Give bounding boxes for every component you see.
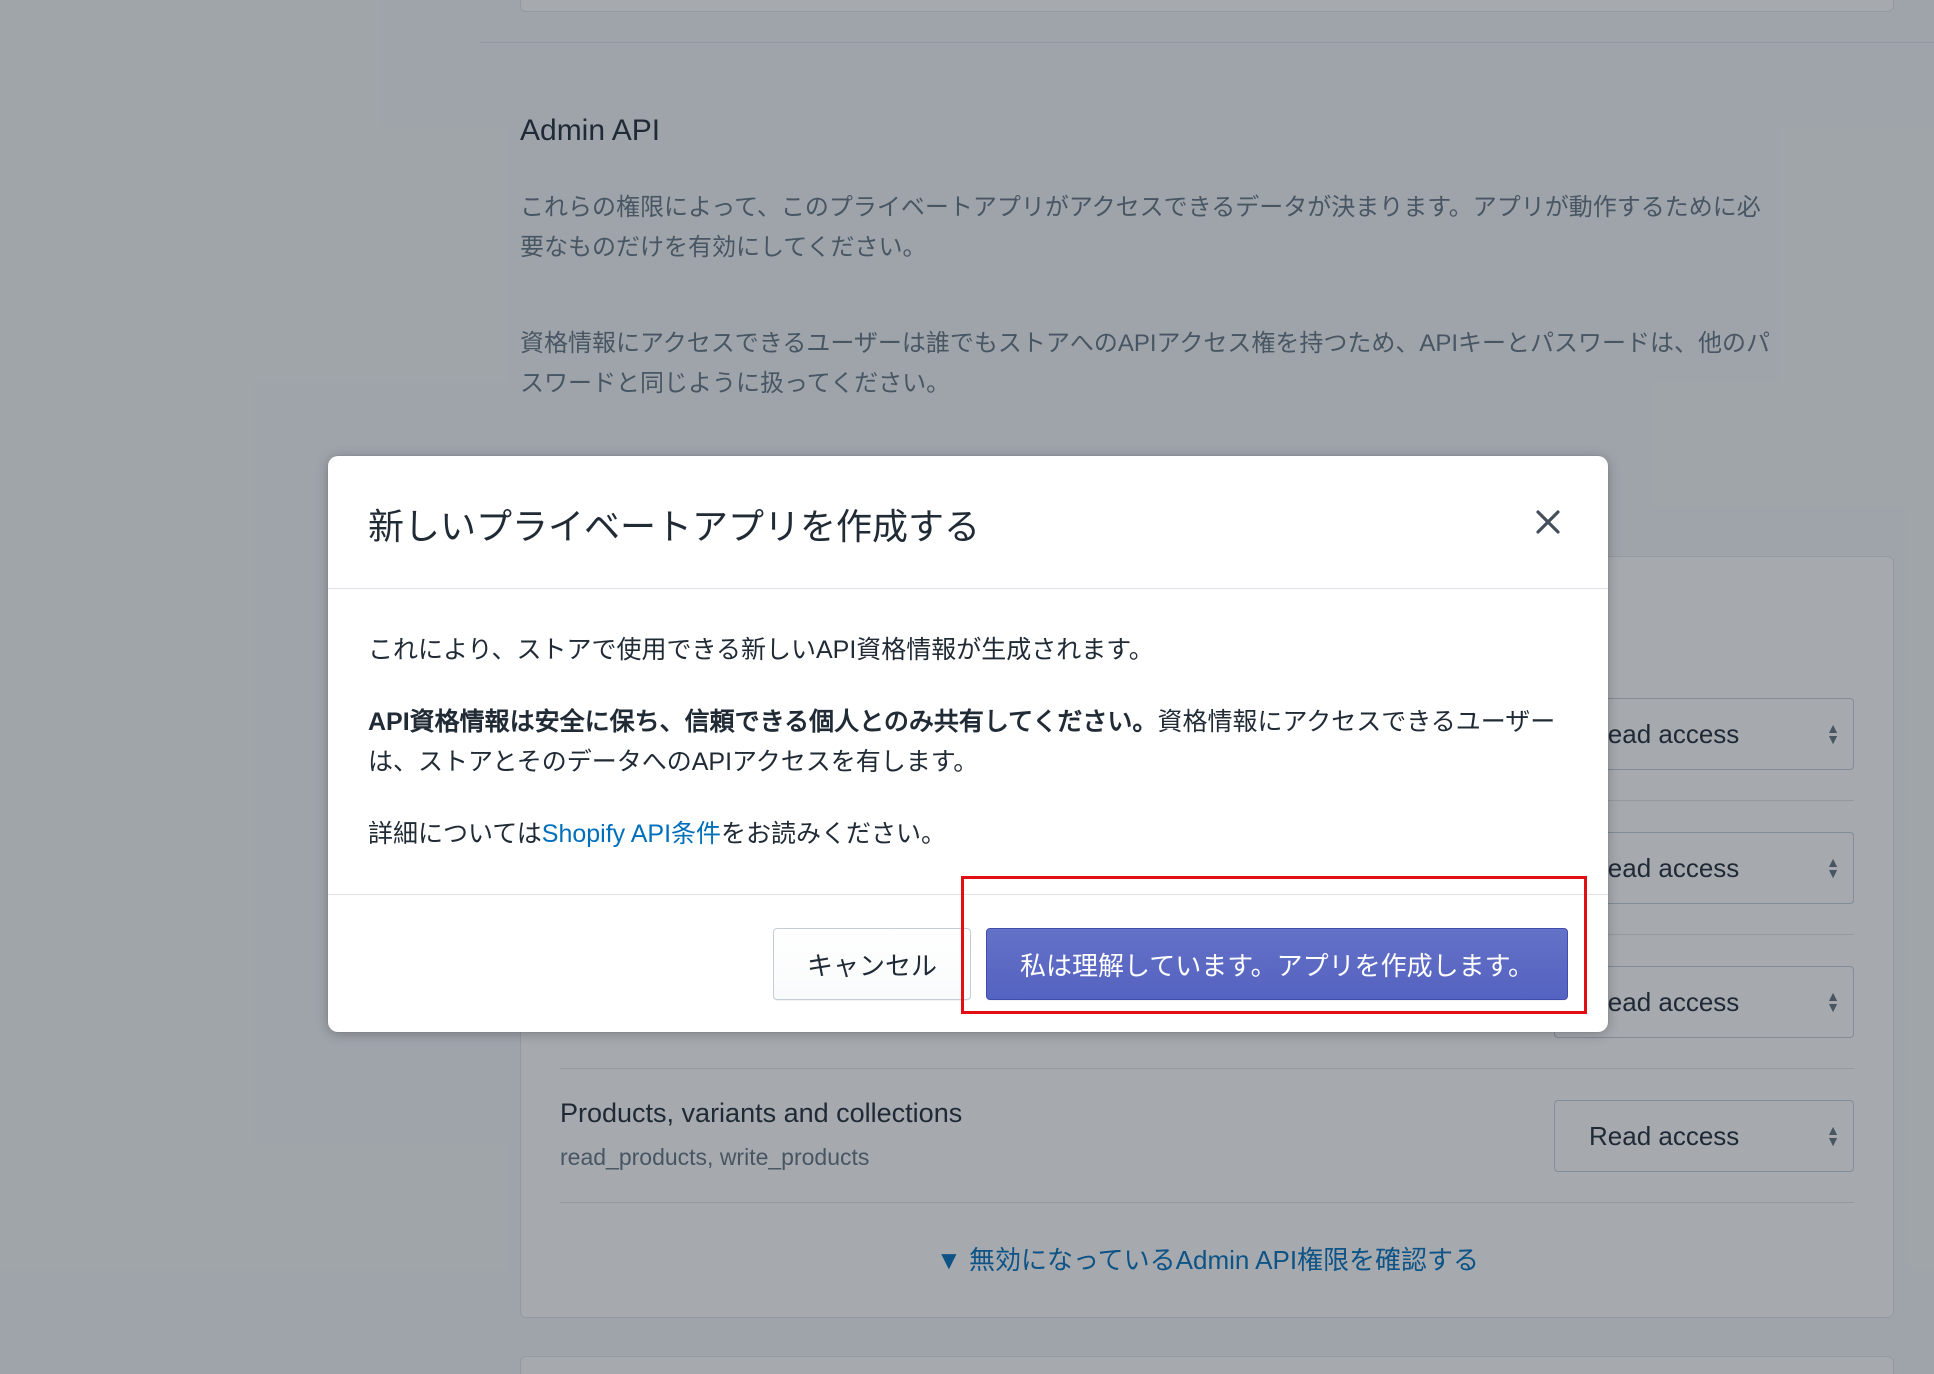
modal-body-intro: これにより、ストアで使用できる新しいAPI資格情報が生成されます。 <box>368 636 1154 664</box>
modal-body-warning: API資格情報は安全に保ち、信頼できる個人とのみ共有してください。資格情報にアク… <box>368 702 1568 782</box>
modal-title: 新しいプライベートアプリを作成する <box>368 506 981 547</box>
terms-prefix: 詳細については <box>368 820 542 848</box>
cancel-button[interactable]: キャンセル <box>773 928 971 1000</box>
modal-body-warning-bold: API資格情報は安全に保ち、信頼できる個人とのみ共有してください。 <box>368 708 1158 736</box>
close-icon <box>1536 510 1560 534</box>
modal-body-terms: 詳細についてはShopify API条件をお読みください。 <box>368 814 1568 854</box>
modal-header: 新しいプライベートアプリを作成する <box>328 456 1608 589</box>
modal-body: これにより、ストアで使用できる新しいAPI資格情報が生成されます。 API資格情… <box>368 630 1568 854</box>
create-app-confirm-button[interactable]: 私は理解しています。アプリを作成します。 <box>986 928 1568 1000</box>
close-button[interactable] <box>1524 498 1572 546</box>
terms-suffix: をお読みください。 <box>721 820 947 848</box>
shopify-api-terms-link[interactable]: Shopify API条件 <box>542 820 721 848</box>
create-private-app-modal: 新しいプライベートアプリを作成する これにより、ストアで使用できる新しいAPI資… <box>328 456 1608 1032</box>
modal-footer-divider <box>328 894 1608 895</box>
